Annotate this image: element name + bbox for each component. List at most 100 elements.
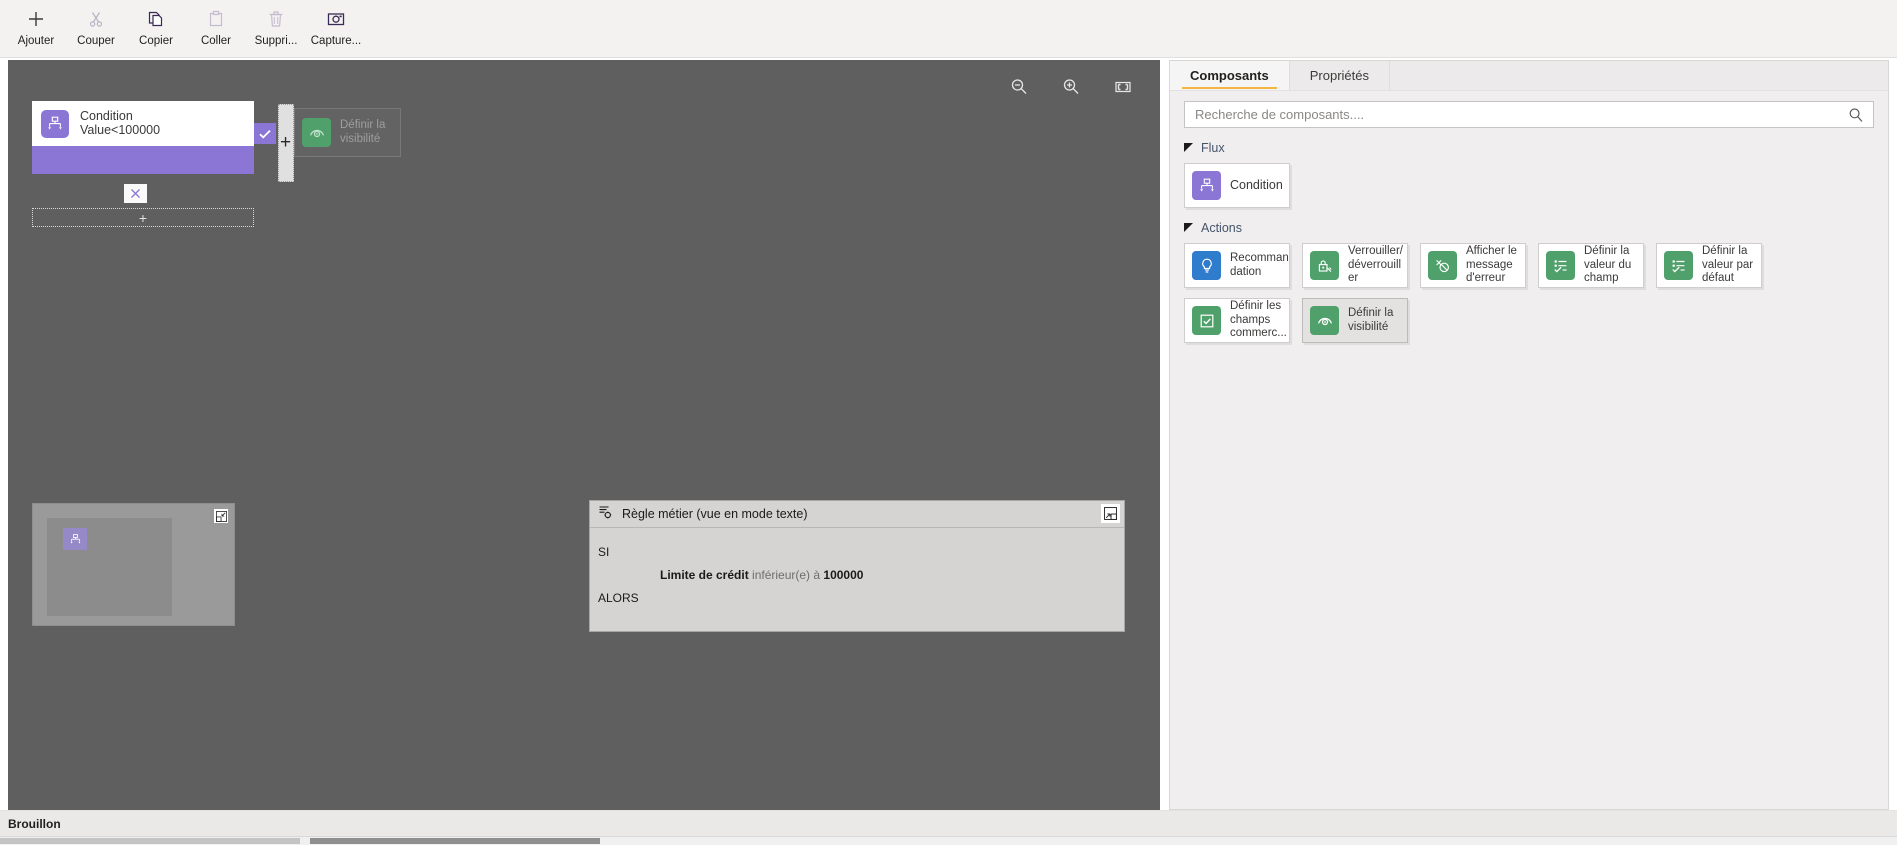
tab-label: Propriétés (1309, 68, 1369, 83)
group-title: Actions (1201, 221, 1242, 235)
canvas-minimap[interactable] (32, 503, 235, 626)
component-card-verrouiller-deverrouiller[interactable]: Verrouiller/déverrouiller (1302, 243, 1408, 288)
check-icon (259, 129, 271, 139)
lightbulb-icon (1192, 251, 1221, 280)
search-icon[interactable] (1847, 106, 1865, 124)
horizontal-scrollbar[interactable] (0, 836, 1897, 845)
components-panel: Composants Propriétés Recherche de compo… (1169, 60, 1889, 810)
toolbar-button-ajouter[interactable]: Ajouter (6, 0, 66, 56)
condition-icon (1192, 171, 1221, 200)
component-card-label: Verrouiller/déverrouiller (1348, 245, 1403, 285)
toolbar-button-copier[interactable]: Copier (126, 0, 186, 56)
component-card-recommandation[interactable]: Recommandation (1184, 243, 1290, 288)
rule-panel-expand-button[interactable] (1101, 504, 1120, 523)
canvas-zoom-controls (1008, 76, 1134, 98)
component-card-definir-valeur-defaut[interactable]: Définir la valeur par défaut (1656, 243, 1762, 288)
rule-canvas[interactable]: Condition Value<100000 + + Définir la vi… (8, 60, 1160, 810)
group-header-actions[interactable]: Actions (1184, 221, 1874, 235)
minimap-viewport (47, 518, 172, 616)
rule-panel-title: Règle métier (vue en mode texte) (622, 507, 808, 521)
node-body-bar (32, 146, 254, 174)
component-card-definir-visibilite[interactable]: Définir la visibilité (1302, 298, 1408, 343)
search-input[interactable] (1185, 107, 1873, 122)
toolbar-label: Coller (200, 35, 232, 47)
caret-expanded-icon (1184, 143, 1193, 152)
error-message-icon (1428, 251, 1457, 280)
rule-condition-expression: Limite de crédit inférieur(e) à 100000 (598, 564, 1124, 587)
rule-settings-icon (598, 504, 614, 525)
flux-card-grid: Condition (1184, 163, 1874, 208)
component-card-definir-valeur-champ[interactable]: Définir la valeur du champ (1538, 243, 1644, 288)
rule-operator: inférieur(e) à (752, 568, 821, 582)
business-rule-text-panel: Règle métier (vue en mode texte) SI Limi… (589, 500, 1125, 632)
set-default-value-icon (1664, 251, 1693, 280)
scrollbar-track-left[interactable] (0, 838, 300, 844)
toolbar-label: Capture... (310, 35, 362, 47)
toolbar-button-capture[interactable]: Capture... (306, 0, 366, 56)
rule-panel-body: SI Limite de crédit inférieur(e) à 10000… (590, 528, 1124, 610)
paste-icon (206, 6, 226, 32)
toolbar-label: Couper (77, 35, 115, 47)
drag-preview-card: Définir la visibilité (294, 108, 401, 157)
component-card-label: Afficher le message d'erreur (1466, 245, 1517, 285)
scissors-icon (86, 6, 106, 32)
toolbar-button-supprimer[interactable]: Suppri... (246, 0, 306, 56)
toolbar-button-coller[interactable]: Coller (186, 0, 246, 56)
minimap-collapse-button[interactable] (214, 509, 228, 523)
collapse-icon (215, 510, 227, 522)
tab-label: Composants (1190, 68, 1269, 83)
node-delete-button[interactable] (124, 184, 147, 203)
node-true-branch-connector[interactable] (254, 123, 276, 144)
canvas-add-step-zone[interactable]: + (32, 208, 254, 227)
tab-composants[interactable]: Composants (1170, 61, 1290, 90)
component-card-label: Recommandation (1230, 252, 1289, 278)
main-toolbar: Ajouter Couper Copier Coller Suppri... C… (0, 0, 1897, 58)
panel-content: Flux Condition (1170, 91, 1888, 809)
component-card-label: Définir les champs commerc... (1230, 300, 1287, 340)
toolbar-button-couper[interactable]: Couper (66, 0, 126, 56)
add-step-label: + (138, 209, 148, 226)
expand-icon (1104, 507, 1117, 520)
rule-then-label: ALORS (598, 591, 639, 605)
canvas-node-condition[interactable]: Condition Value<100000 (32, 101, 254, 174)
zoom-in-icon[interactable] (1060, 76, 1082, 98)
component-card-label: Définir la visibilité (1348, 307, 1394, 333)
trash-icon (266, 6, 286, 32)
component-card-afficher-message-erreur[interactable]: Afficher le message d'erreur (1420, 243, 1526, 288)
business-rule-designer: Ajouter Couper Copier Coller Suppri... C… (0, 0, 1897, 845)
component-card-label: Définir la valeur du champ (1584, 245, 1632, 285)
component-card-definir-champs-commerciaux[interactable]: Définir les champs commerc... (1184, 298, 1290, 343)
drag-preview-label: Définir la visibilité (340, 119, 386, 145)
status-text: Brouillon (8, 816, 61, 831)
component-card-condition[interactable]: Condition (1184, 163, 1290, 208)
business-fields-icon (1192, 306, 1221, 335)
visibility-icon (302, 118, 331, 147)
panel-tabs: Composants Propriétés (1170, 61, 1888, 91)
zoom-out-icon[interactable] (1008, 76, 1030, 98)
visibility-icon (1310, 306, 1339, 335)
drop-plus-icon: + (280, 132, 292, 153)
tab-proprietes[interactable]: Propriétés (1290, 61, 1390, 90)
component-card-label: Condition (1230, 178, 1283, 192)
set-field-value-icon (1546, 251, 1575, 280)
minimap-node-condition (63, 528, 87, 550)
close-icon (131, 189, 140, 198)
node-text-block: Condition Value<100000 (80, 109, 160, 137)
rule-field-name: Limite de crédit (660, 568, 749, 582)
node-title: Condition (80, 109, 133, 123)
group-title: Flux (1201, 141, 1225, 155)
scrollbar-thumb[interactable] (310, 838, 600, 844)
component-search-box[interactable] (1184, 101, 1874, 128)
lock-icon (1310, 251, 1339, 280)
caret-expanded-icon (1184, 223, 1193, 232)
group-header-flux[interactable]: Flux (1184, 141, 1874, 155)
node-header: Condition Value<100000 (32, 101, 254, 146)
condition-icon (41, 109, 69, 138)
workspace: Condition Value<100000 + + Définir la vi… (0, 58, 1897, 810)
fit-to-screen-icon[interactable] (1112, 76, 1134, 98)
condition-icon (70, 533, 80, 543)
status-bar: Brouillon (0, 810, 1897, 836)
toolbar-label: Ajouter (17, 35, 55, 47)
rule-value: 100000 (823, 568, 864, 582)
toolbar-label: Copier (139, 35, 173, 47)
